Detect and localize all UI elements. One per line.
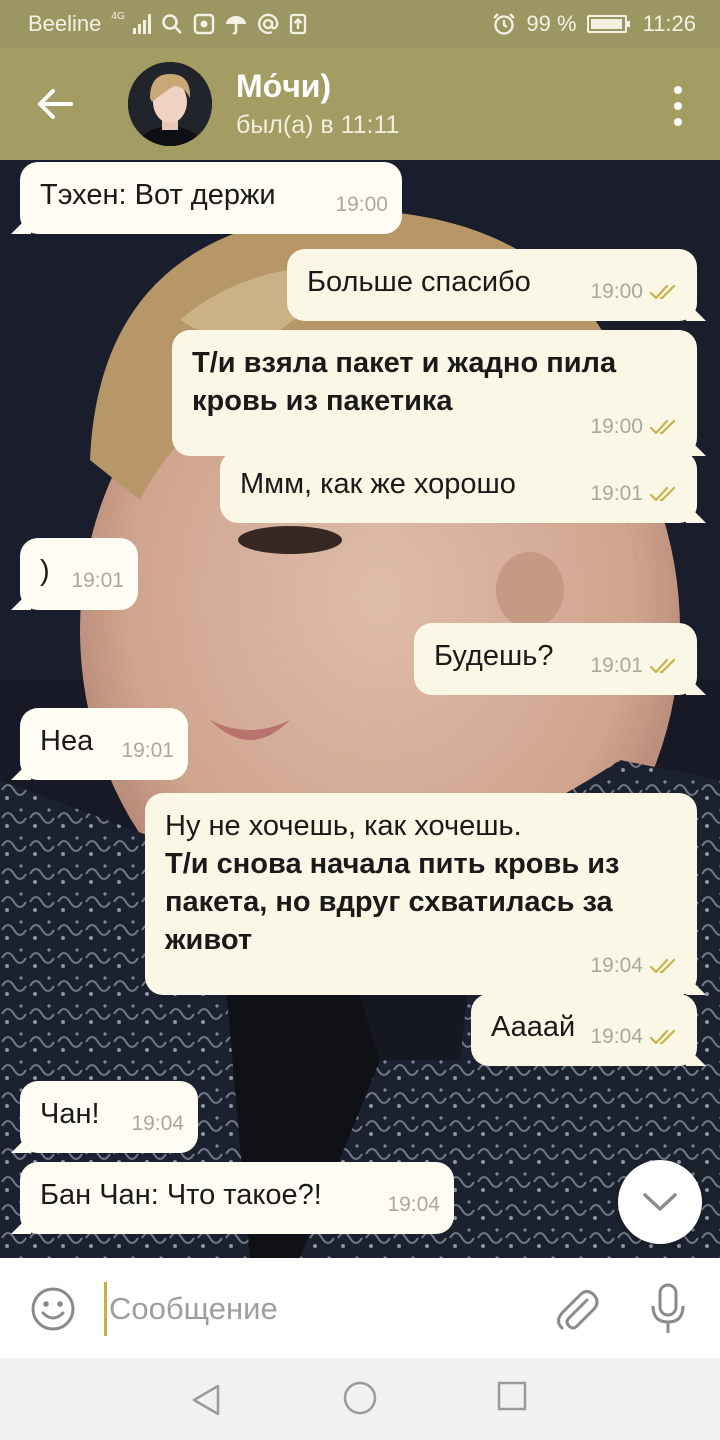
message-line: Неа xyxy=(40,725,94,757)
voice-record-button[interactable] xyxy=(648,1282,688,1336)
message-time: 19:00 xyxy=(590,415,643,438)
system-recents-button[interactable] xyxy=(496,1380,528,1412)
message-time: 19:01 xyxy=(590,482,643,505)
smiley-icon xyxy=(31,1287,75,1331)
incoming-message[interactable]: ) 19:01 xyxy=(20,538,138,610)
avatar-portrait xyxy=(128,62,212,146)
read-checks-icon xyxy=(649,419,676,435)
incoming-message[interactable]: Неа 19:01 xyxy=(20,708,188,780)
umbrella-icon xyxy=(225,16,246,35)
alarm-icon xyxy=(493,13,516,35)
message-line: Ну не хочешь, как хочешь. xyxy=(165,810,522,842)
message-line: Аааай xyxy=(491,1011,576,1043)
message-time: 19:04 xyxy=(590,1025,643,1048)
outgoing-message[interactable]: Больше спасибо 19:00 xyxy=(287,249,697,321)
message-text: Бан Чан: Что такое?! xyxy=(40,1176,434,1220)
more-menu-button[interactable] xyxy=(666,86,690,126)
message-line: Чан! xyxy=(40,1098,100,1130)
more-vertical-icon xyxy=(674,86,682,94)
avatar[interactable] xyxy=(128,62,212,146)
triangle-back-icon xyxy=(192,1384,220,1416)
incoming-message[interactable]: Чан! 19:04 xyxy=(20,1081,198,1153)
arrow-left-icon xyxy=(38,89,73,119)
circle-home-icon xyxy=(343,1381,377,1415)
search-icon xyxy=(161,14,182,34)
outgoing-message[interactable]: Ммм, как же хорошо 19:01 xyxy=(220,451,697,523)
status-bar: Beeline 4G 99 % 11:26 xyxy=(0,0,720,48)
message-time: 19:00 xyxy=(335,193,388,216)
message-time: 19:01 xyxy=(590,654,643,677)
outgoing-message[interactable]: Ну не хочешь, как хочешь. Т/и снова начал… xyxy=(145,793,697,995)
message-line: ) xyxy=(40,555,50,587)
read-checks-icon xyxy=(649,486,676,502)
contact-name[interactable]: Мо́чи) xyxy=(236,66,399,106)
outgoing-message[interactable]: Будешь? 19:01 xyxy=(414,623,697,695)
battery-level-fill xyxy=(590,19,623,29)
message-line: Ммм, как же хорошо xyxy=(240,468,516,500)
message-input[interactable] xyxy=(104,1282,524,1336)
chevron-down-icon xyxy=(643,1193,677,1211)
message-meta: 19:00 xyxy=(590,273,683,311)
paperclip-icon xyxy=(557,1290,599,1330)
network-type: 4G xyxy=(111,10,125,22)
square-recents-icon xyxy=(497,1381,527,1411)
message-time: 19:04 xyxy=(387,1193,440,1216)
message-line: Бан Чан: Что такое?! xyxy=(40,1179,322,1211)
chat-header: Мо́чи) был(а) в 11:11 xyxy=(0,48,720,160)
message-text: Тэхен: Вот держи xyxy=(40,176,382,220)
system-home-button[interactable] xyxy=(342,1380,378,1416)
clock: 11:26 xyxy=(642,11,696,36)
system-back-button[interactable] xyxy=(186,1380,226,1420)
menu-dot xyxy=(674,102,682,110)
message-time: 19:04 xyxy=(590,954,643,977)
microphone-icon xyxy=(651,1283,685,1333)
outgoing-message[interactable]: Аааай 19:04 xyxy=(471,994,697,1066)
message-meta: 19:01 xyxy=(590,647,683,685)
message-time: 19:01 xyxy=(71,569,124,592)
message-text: Ну не хочешь, как хочешь. Т/и снова начал… xyxy=(165,807,677,959)
battery-icon xyxy=(586,15,630,33)
message-time: 19:01 xyxy=(121,739,174,762)
message-line: пакета, но вдруг схватилась за xyxy=(165,886,613,918)
scroll-down-button[interactable] xyxy=(618,1160,702,1244)
carrier-name: Beeline xyxy=(28,11,102,36)
emoji-button[interactable] xyxy=(30,1286,76,1332)
signal-icon xyxy=(132,14,151,34)
message-meta: 19:01 xyxy=(590,475,683,513)
incoming-message[interactable]: Тэхен: Вот держи 19:00 xyxy=(20,162,402,234)
attach-button[interactable] xyxy=(554,1284,600,1334)
read-checks-icon xyxy=(649,958,676,974)
menu-dot xyxy=(674,118,682,126)
gallery-icon xyxy=(193,13,214,35)
message-meta: 19:04 xyxy=(590,1018,683,1056)
message-list[interactable]: Тэхен: Вот держи 19:00 Больше спасибо 19:00… xyxy=(0,160,720,1258)
back-button[interactable] xyxy=(0,48,110,160)
message-time: 19:00 xyxy=(590,280,643,303)
composer-bar xyxy=(0,1258,720,1358)
message-time: 19:04 xyxy=(131,1112,184,1135)
message-line: Тэхен: Вот держи xyxy=(40,179,276,211)
message-meta: 19:04 xyxy=(590,947,683,985)
last-seen-status: был(а) в 11:11 xyxy=(236,111,400,139)
read-checks-icon xyxy=(649,284,676,300)
at-sign-icon xyxy=(257,13,279,34)
upload-icon xyxy=(289,13,306,35)
message-meta: 19:01 xyxy=(121,732,174,770)
message-meta: 19:01 xyxy=(71,562,124,600)
read-checks-icon xyxy=(649,1029,676,1045)
message-meta: 19:00 xyxy=(335,186,388,224)
message-line: Т/и взяла пакет и жадно пила xyxy=(192,347,617,379)
incoming-message[interactable]: Бан Чан: Что такое?! 19:04 xyxy=(20,1162,454,1234)
battery-percent: 99 % xyxy=(526,11,577,36)
message-line: Будешь? xyxy=(434,640,554,672)
read-checks-icon xyxy=(649,658,676,674)
message-line: Т/и снова начала пить кровь из xyxy=(165,848,620,880)
message-meta: 19:00 xyxy=(590,408,683,446)
message-meta: 19:04 xyxy=(131,1105,184,1143)
message-line: Больше спасибо xyxy=(307,266,531,298)
outgoing-message[interactable]: Т/и взяла пакет и жадно пила кровь из пак… xyxy=(172,330,697,456)
message-meta: 19:04 xyxy=(387,1186,440,1224)
system-nav-bar xyxy=(0,1358,720,1440)
